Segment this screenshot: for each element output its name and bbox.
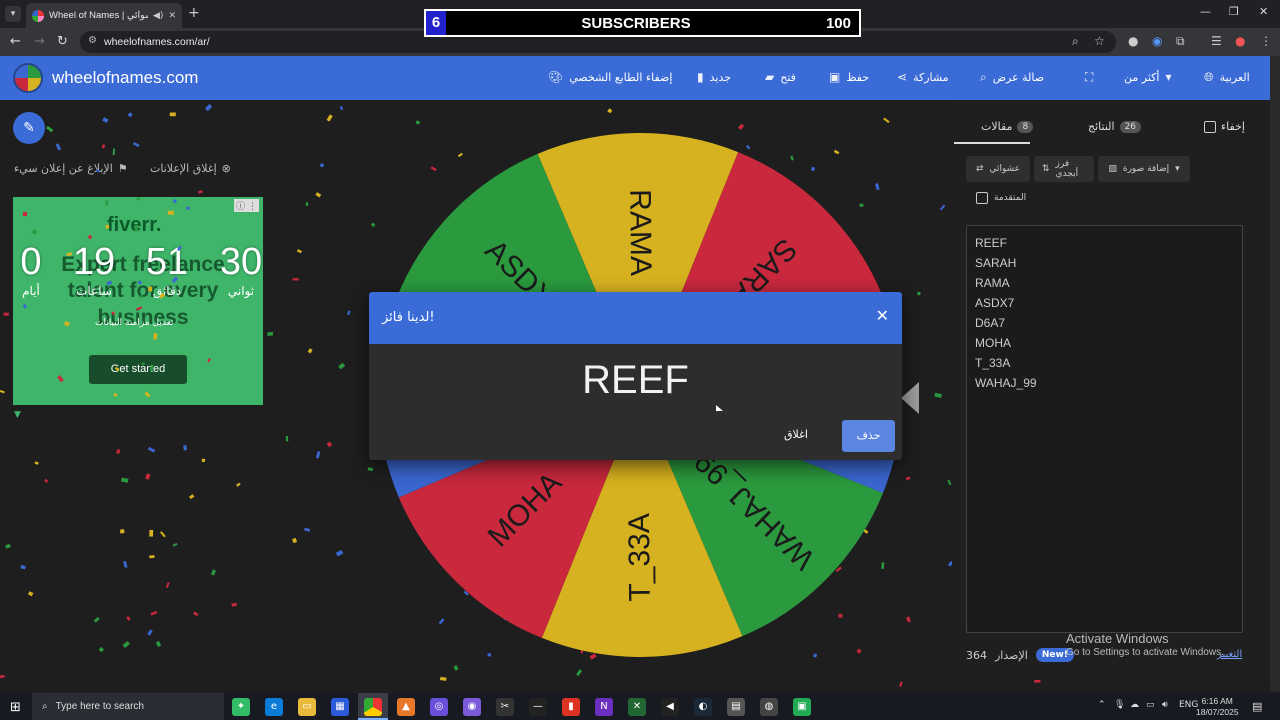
microphone-icon[interactable]: 🎙︎ — [1114, 700, 1125, 710]
tab-results-count: 26 — [1119, 120, 1142, 133]
shuffle-button[interactable]: ⇄ عشوائي — [966, 156, 1030, 182]
shuffle-icon: ⇄ — [975, 164, 984, 174]
chrome-icon[interactable] — [364, 698, 382, 716]
sort-button[interactable]: ⇅ فرز أبجدي — [1034, 156, 1094, 182]
entry-line[interactable]: WAHAJ_99 — [975, 376, 1037, 390]
windows-start-icon[interactable]: ⊞ — [10, 700, 21, 715]
hide-label: إخفاء — [1221, 120, 1245, 133]
shuffle-label: عشوائي — [989, 164, 1021, 174]
advanced-toggle[interactable]: المتقدمة — [976, 192, 1026, 204]
entry-line[interactable]: RAMA — [975, 276, 1010, 290]
clock-time: 6:16 AM — [1201, 696, 1233, 706]
activate-windows-title: Activate Windows — [1066, 631, 1169, 646]
entry-line[interactable]: ASDX7 — [975, 296, 1014, 310]
taskbar-search-placeholder: Type here to search — [55, 701, 144, 712]
entry-line[interactable]: D6A7 — [975, 316, 1005, 330]
taskbar-search[interactable]: ⌕ Type here to search — [32, 693, 224, 720]
hide-checkbox[interactable] — [1204, 120, 1216, 133]
tab-results[interactable]: النتائج 26 — [1088, 120, 1142, 133]
app-dash-icon[interactable]: — — [529, 698, 547, 716]
activate-windows-subtitle: Go to Settings to activate Windows. — [1066, 647, 1224, 658]
entry-line[interactable]: REEF — [975, 236, 1007, 250]
winner-dialog-header: لدينا فائز! ✕ — [369, 292, 902, 344]
entries-panel: مقالات 8 النتائج 26 إخفاء ⇄ عشوائي ⇅ فرز… — [952, 100, 1271, 680]
app-orange-icon[interactable]: ▲ — [397, 698, 415, 716]
tab-entries-count: 8 — [1017, 120, 1034, 133]
wheel-slice-label: RAMA — [623, 189, 657, 276]
entry-line[interactable]: T_33A — [975, 356, 1010, 370]
tab-entries-label: مقالات — [981, 120, 1013, 133]
entries-textarea[interactable]: REEF SARAH RAMA ASDX7 D6A7 MOHA T_33A WAHAJ_99 — [966, 225, 1243, 633]
advanced-checkbox[interactable] — [976, 192, 988, 204]
version-info: 364 الإصدار New! — [966, 648, 1074, 662]
taskbar-clock[interactable]: 6:16 AM 18/07/2025 — [1196, 696, 1239, 718]
tab-results-label: النتائج — [1088, 120, 1115, 133]
sort-icon: ⇅ — [1042, 164, 1050, 174]
edge-browser-icon[interactable]: e — [265, 698, 283, 716]
subscriber-goal: 100 — [825, 14, 851, 32]
cloud-icon[interactable]: ☁ — [1130, 700, 1139, 710]
app-green-icon[interactable]: ▣ — [793, 698, 811, 716]
version-number: 364 — [966, 648, 987, 662]
subscriber-label: SUBSCRIBERS — [581, 14, 691, 32]
clock-date: 18/07/2025 — [1196, 707, 1239, 717]
hide-toggle[interactable]: إخفاء — [1204, 120, 1245, 133]
version-label: الإصدار — [995, 648, 1028, 662]
app-grey-icon[interactable]: ▤ — [727, 698, 745, 716]
dialog-close-button[interactable]: اغلاق — [784, 428, 808, 441]
notifications-icon[interactable]: ▤ — [1252, 700, 1262, 713]
page-scrollbar[interactable] — [1270, 56, 1280, 692]
app-globe-icon[interactable]: ◍ — [760, 698, 778, 716]
windows-taskbar: ⊞ ⌕ Type here to search ✦ e ▭ ▦ ▲ ◎ ◉ ✂ … — [0, 693, 1280, 720]
chevron-down-icon: ▾ — [1175, 164, 1180, 174]
app-arrow-icon[interactable]: ◀ — [661, 698, 679, 716]
xbox-icon[interactable]: ✕ — [628, 698, 646, 716]
wheel-slice-label: T_33A — [623, 513, 657, 602]
discord-icon[interactable]: ◉ — [463, 698, 481, 716]
search-icon: ⌕ — [42, 701, 48, 712]
winner-name: REEF — [582, 358, 689, 402]
messenger-icon[interactable]: ◎ — [430, 698, 448, 716]
sort-label: فرز أبجدي — [1055, 159, 1079, 179]
winner-dialog-title: لدينا فائز! — [382, 310, 435, 325]
app-red-icon[interactable]: ▮ — [562, 698, 580, 716]
volume-icon[interactable]: 🔊︎ — [1162, 700, 1168, 710]
subscriber-count: 6 — [426, 11, 446, 35]
app-tool-icon[interactable]: ✂ — [496, 698, 514, 716]
image-icon: ▨ — [1108, 164, 1117, 174]
subscriber-goal-overlay: 6 SUBSCRIBERS 100 — [424, 9, 861, 37]
app-purple-icon[interactable]: N — [595, 698, 613, 716]
file-explorer-icon[interactable]: ▭ — [298, 698, 316, 716]
add-image-label: إضافة صورة — [1122, 164, 1170, 174]
active-tab-indicator — [954, 142, 1030, 144]
activate-windows-watermark: Activate Windows Go to Settings to activ… — [1066, 631, 1224, 658]
wheel-pointer-icon — [901, 382, 919, 414]
copilot-icon[interactable]: ✦ — [232, 698, 250, 716]
steam-icon[interactable]: ◐ — [694, 698, 712, 716]
store-icon[interactable]: ▦ — [331, 698, 349, 716]
entry-line[interactable]: MOHA — [975, 336, 1011, 350]
advanced-label: المتقدمة — [994, 193, 1027, 203]
winner-dialog: لدينا فائز! ✕ REEF اغلاق حذف — [369, 292, 902, 460]
remove-winner-button[interactable]: حذف — [842, 420, 895, 452]
tray-chevron-up-icon[interactable]: ⌃ — [1098, 700, 1106, 710]
network-icon[interactable]: ▭ — [1146, 700, 1155, 710]
add-image-button[interactable]: ▨ إضافة صورة ▾ — [1098, 156, 1190, 182]
tab-entries[interactable]: مقالات 8 — [981, 120, 1034, 133]
entry-line[interactable]: SARAH — [975, 256, 1016, 270]
dialog-close-icon[interactable]: ✕ — [876, 306, 889, 325]
